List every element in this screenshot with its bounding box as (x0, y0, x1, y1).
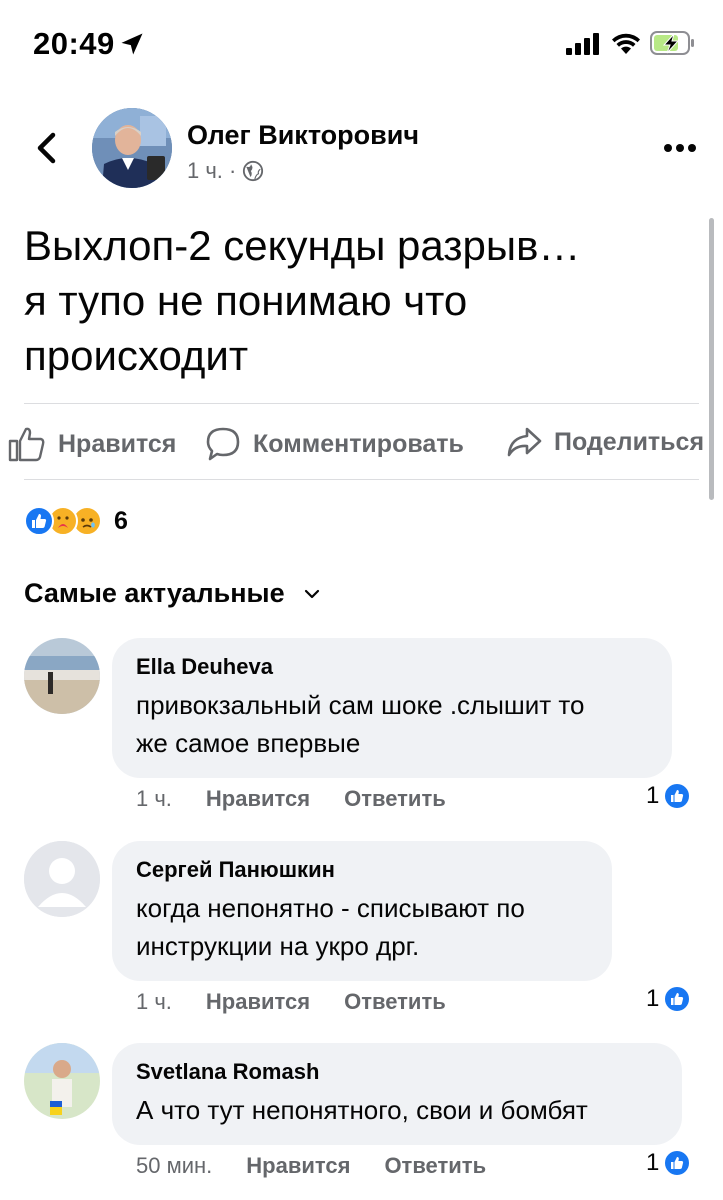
comment-reply-button[interactable]: Ответить (344, 786, 446, 812)
location-arrow-icon (121, 33, 143, 55)
post-text-line: происходит (24, 332, 249, 379)
comment-likes: 1 (646, 782, 660, 809)
comment-reply-button[interactable]: Ответить (344, 989, 446, 1015)
post-time: 1 ч. · (187, 158, 237, 183)
commenter-avatar[interactable] (24, 638, 100, 714)
reactions-count: 6 (114, 506, 128, 535)
author-avatar-image (92, 108, 172, 188)
comment-text-line: же самое впервые (136, 728, 361, 758)
author-avatar[interactable] (92, 108, 172, 188)
post-meta: 1 ч. · (187, 158, 264, 184)
comment-meta: 1 ч. Нравится Ответить (136, 786, 480, 812)
comment-text: А что тут непонятного, свои и бомбят (136, 1091, 658, 1129)
comment-text-line: когда непонятно - списывают по (136, 893, 525, 923)
comment-bubble: Ella Deuheva привокзальный сам шоке .слы… (112, 638, 672, 778)
author-name[interactable]: Олег Викторович (187, 120, 419, 151)
comment-like-count[interactable]: 1 (646, 985, 692, 1013)
comment-text-line: инструкции на укро дрг. (136, 931, 420, 961)
comment-likes: 1 (646, 985, 660, 1012)
comment-meta: 1 ч. Нравится Ответить (136, 989, 480, 1015)
post-text-line: я тупо не понимаю что (24, 277, 468, 324)
share-label: Поделиться (554, 427, 705, 456)
comment-like-count[interactable]: 1 (646, 1149, 692, 1177)
reactions-summary[interactable]: 6 (24, 504, 128, 538)
sort-label: Самые актуальные (24, 578, 285, 608)
commenter-name[interactable]: Svetlana Romash (136, 1057, 658, 1087)
comment-reply-button[interactable]: Ответить (384, 1153, 486, 1179)
comment-text: привокзальный сам шоке .слышит то же сам… (136, 686, 648, 762)
cellular-signal-icon (566, 33, 599, 55)
battery-charging-icon (650, 31, 694, 55)
wifi-icon (612, 33, 640, 54)
like-badge-icon (663, 985, 692, 1013)
comment-time: 50 мин. (136, 1153, 213, 1178)
comment-like-button[interactable]: Нравится (206, 786, 310, 812)
commenter-name[interactable]: Сергей Панюшкин (136, 855, 588, 885)
status-time: 20:49 (33, 26, 115, 61)
comment-text-line: привокзальный сам шоке .слышит то (136, 690, 585, 720)
comment-like-count[interactable]: 1 (646, 782, 692, 810)
post-text-line: Выхлоп-2 секунды разрыв… (24, 222, 581, 269)
chevron-down-icon (304, 589, 319, 598)
more-options-button[interactable] (660, 133, 700, 163)
comment-label: Комментировать (253, 429, 464, 458)
commenter-avatar[interactable] (24, 1043, 100, 1119)
post-action-bar: Нравится Комментировать Поделиться (0, 418, 723, 470)
comment-text-line: А что тут непонятного, свои и бомбят (136, 1095, 588, 1125)
like-label: Нравится (58, 429, 177, 458)
like-reaction-icon (24, 506, 54, 536)
comment-sort-dropdown[interactable]: Самые актуальные (24, 578, 321, 609)
comment-like-button[interactable]: Нравится (246, 1153, 350, 1179)
share-button[interactable]: Поделиться (506, 426, 704, 458)
commenter-name[interactable]: Ella Deuheva (136, 652, 648, 682)
default-avatar-icon (24, 841, 100, 917)
comment-icon (206, 427, 240, 461)
globe-icon (243, 160, 264, 182)
divider (24, 479, 699, 480)
comment-bubble: Svetlana Romash А что тут непонятного, с… (112, 1043, 682, 1145)
commenter-avatar[interactable] (24, 841, 100, 917)
comment-meta: 50 мин. Нравится Ответить (136, 1153, 520, 1179)
thumbs-up-icon (8, 427, 45, 462)
like-button[interactable]: Нравится (8, 426, 176, 462)
like-badge-icon (663, 782, 692, 810)
like-badge-icon (663, 1149, 692, 1177)
comment-text: когда непонятно - списывают по инструкци… (136, 889, 588, 965)
comment-bubble: Сергей Панюшкин когда непонятно - списыв… (112, 841, 612, 981)
share-icon (507, 427, 542, 457)
divider (24, 403, 699, 404)
status-bar: 20:49 (0, 0, 723, 92)
comment-time: 1 ч. (136, 786, 172, 811)
commenter-avatar-image (24, 1043, 100, 1119)
comment-button[interactable]: Комментировать (205, 426, 464, 462)
back-button[interactable] (28, 128, 68, 168)
post-text: Выхлоп-2 секунды разрыв… я тупо не поним… (24, 218, 684, 383)
comment-like-button[interactable]: Нравится (206, 989, 310, 1015)
commenter-avatar-image (24, 638, 100, 714)
comment-time: 1 ч. (136, 989, 172, 1014)
comment-likes: 1 (646, 1149, 660, 1176)
